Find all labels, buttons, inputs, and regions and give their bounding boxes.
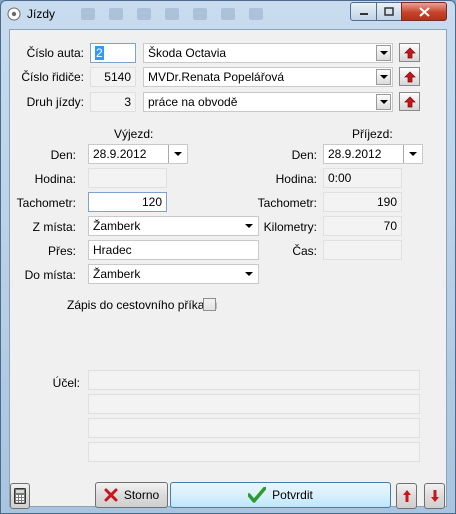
form-area: Číslo auta: 2 Škoda Octavia Číslo řidiče… [9,29,447,509]
arrival-date-label: Den: [291,148,317,162]
red-x-icon [104,488,118,502]
purpose-line-4[interactable] [88,442,420,462]
chevron-down-icon[interactable] [174,152,182,156]
purpose-line-3[interactable] [88,418,420,438]
duration-input[interactable] [323,240,402,260]
to-place-value: Žamberk [93,267,141,281]
confirm-button-label: Potvrdit [272,488,313,502]
arrival-time-input[interactable]: 0:00 [323,168,402,188]
arrival-date-picker[interactable]: 28.9.2012 [323,144,423,164]
trip-type-number-value: 3 [124,95,131,109]
calculator-button[interactable] [10,483,30,509]
app-icon [7,7,21,21]
red-up-arrow-icon [403,96,416,107]
minimize-button[interactable] [350,2,377,21]
car-select[interactable]: Škoda Octavia [143,43,393,63]
from-place-label: Z místa: [32,220,76,234]
close-button[interactable] [401,2,447,21]
trip-type-select[interactable]: práce na obvodě [143,92,393,112]
arrow-up-icon [402,490,411,502]
car-number-value: 2 [95,46,104,60]
title-bar[interactable]: Jízdy [1,1,455,28]
departure-time-input[interactable] [88,168,167,188]
departure-heading: Výjezd: [114,127,154,141]
purpose-label: Účel: [52,376,80,390]
via-place-input[interactable]: Hradec [88,240,259,260]
driver-dropdown-button[interactable] [376,69,391,85]
date-picker-divider [403,145,404,163]
travel-order-checkbox[interactable] [203,298,216,311]
departure-date-value: 28.9.2012 [93,147,147,161]
to-place-select[interactable]: Žamberk [88,264,259,284]
chevron-down-icon [379,75,388,79]
purpose-line-1[interactable] [88,370,420,390]
departure-odometer-value: 120 [141,195,162,209]
from-place-value: Žamberk [93,219,141,233]
arrival-heading: Příjezd: [352,127,393,141]
departure-date-picker[interactable]: 28.9.2012 [88,144,188,164]
confirm-button[interactable]: Potvrdit [170,482,391,508]
via-place-value: Hradec [93,243,132,257]
car-select-value: Škoda Octavia [148,46,227,60]
car-dropdown-button[interactable] [376,45,391,61]
chevron-down-icon [379,51,388,55]
driver-number-value: 5140 [104,70,131,84]
car-number-label: Číslo auta: [26,46,84,60]
driver-number-label: Číslo řidiče: [21,70,84,84]
date-picker-divider [168,145,169,163]
arrival-time-label: Hodina: [275,172,317,186]
trips-window: Jízdy Číslo auta: 2 Škoda Octavia Číslo … [0,0,456,514]
driver-select-value: MVDr.Renata Popelářová [148,70,285,84]
trip-type-label: Druh jízdy: [26,95,84,109]
departure-odometer-input[interactable]: 120 [88,192,167,212]
departure-date-label: Den: [50,148,76,162]
departure-odometer-label: Tachometr: [16,196,76,210]
driver-select[interactable]: MVDr.Renata Popelářová [143,67,393,87]
from-place-select[interactable]: Žamberk [88,216,259,236]
arrival-date-value: 28.9.2012 [328,147,382,161]
arrival-odometer-label: Tachometr: [257,196,317,210]
kilometers-input[interactable]: 70 [323,216,402,236]
kilometers-label: Kilometry: [263,220,317,234]
checkmark-icon [248,487,267,503]
chevron-down-icon [379,100,388,104]
car-number-input[interactable]: 2 [90,43,136,63]
via-place-label: Přes: [47,244,76,258]
departure-time-label: Hodina: [34,172,76,186]
trip-type-open-button[interactable] [399,92,420,111]
cancel-button[interactable]: Storno [95,482,168,508]
next-record-button[interactable] [424,483,445,509]
chevron-down-icon[interactable] [245,272,253,276]
trip-type-number-input[interactable]: 3 [90,92,136,112]
red-up-arrow-icon [403,71,416,82]
to-place-label: Do místa: [24,268,76,282]
title-bar-ghost-toolbar [81,5,321,23]
calculator-icon [14,488,26,504]
car-open-button[interactable] [399,43,420,62]
minimize-icon [359,12,368,15]
kilometers-value: 70 [383,219,397,233]
maximize-icon [384,7,394,16]
arrow-down-icon [430,490,439,502]
travel-order-label: Zápis do cestovního příkazu [67,298,218,312]
arrival-odometer-input[interactable]: 190 [323,192,402,212]
driver-open-button[interactable] [399,67,420,86]
red-up-arrow-icon [403,47,416,58]
window-title: Jízdy [27,7,56,21]
cancel-button-label: Storno [123,488,160,502]
purpose-line-2[interactable] [88,394,420,414]
close-icon [418,6,430,17]
arrival-odometer-value: 190 [376,195,397,209]
chevron-down-icon[interactable] [409,152,417,156]
duration-label: Čas: [292,244,317,258]
maximize-button[interactable] [376,2,402,21]
arrival-time-value: 0:00 [328,171,352,185]
previous-record-button[interactable] [396,483,417,509]
trip-type-dropdown-button[interactable] [376,94,391,110]
trip-type-select-value: práce na obvodě [148,95,238,109]
driver-number-input[interactable]: 5140 [90,67,136,87]
